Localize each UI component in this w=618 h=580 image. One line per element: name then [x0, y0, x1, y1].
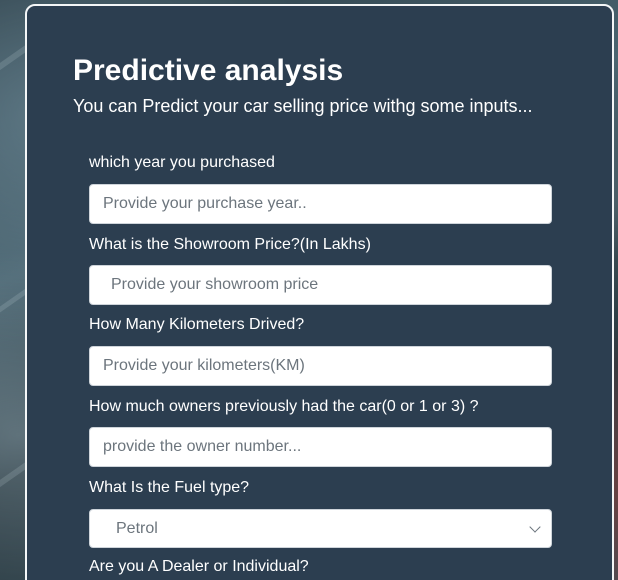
purchase-year-input[interactable]	[89, 184, 552, 224]
kilometers-label: How Many Kilometers Drived?	[89, 316, 305, 333]
owners-input[interactable]	[89, 427, 552, 467]
showroom-price-label: What is the Showroom Price?(In Lakhs)	[89, 236, 371, 253]
prediction-form-card: Predictive analysis You can Predict your…	[25, 4, 614, 580]
chevron-down-icon	[529, 520, 541, 533]
fuel-type-selected-value: Petrol	[116, 519, 158, 537]
showroom-price-input[interactable]	[89, 265, 552, 305]
kilometers-input[interactable]	[89, 346, 552, 386]
seller-type-label: Are you A Dealer or Individual?	[89, 558, 309, 575]
fuel-type-label: What Is the Fuel type?	[89, 479, 250, 496]
page-subtitle: You can Predict your car selling price w…	[73, 96, 533, 116]
page-title: Predictive analysis	[73, 54, 344, 87]
purchase-year-label: which year you purchased	[89, 154, 275, 171]
owners-label: How much owners previously had the car(0…	[89, 398, 479, 415]
fuel-type-select[interactable]: Petrol	[89, 509, 552, 548]
